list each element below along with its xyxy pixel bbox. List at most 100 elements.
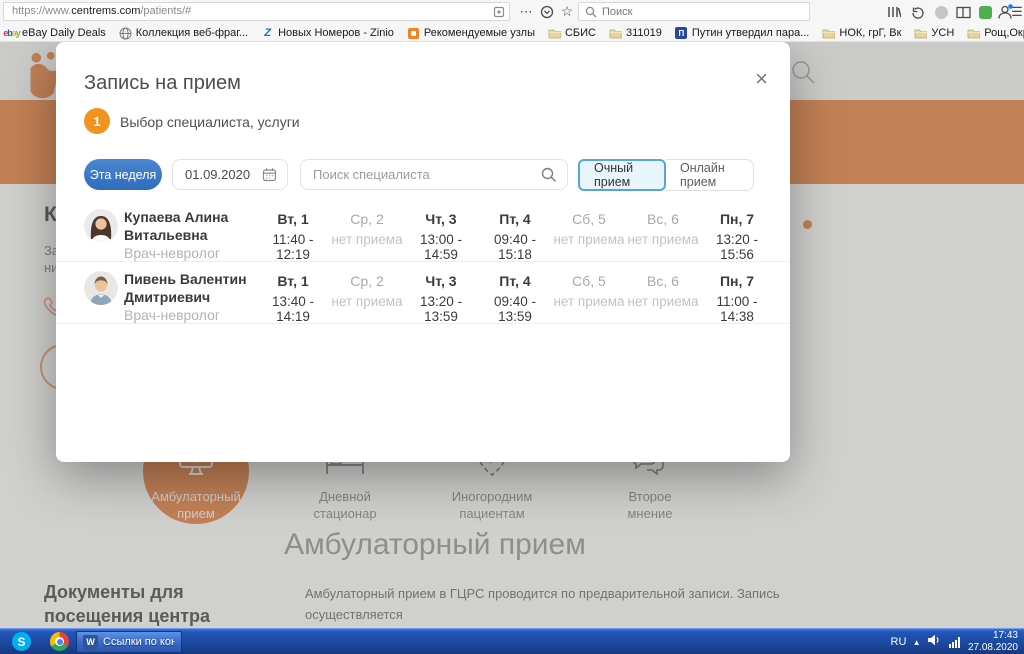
more-tools-icon[interactable]: ⋯ — [517, 2, 535, 21]
schedule-day: Пн, 7 — [719, 273, 755, 289]
schedule-cell[interactable]: Вт, 1 13:40 - 14:19 — [256, 262, 330, 324]
schedule-cell[interactable]: Чт, 3 13:20 - 13:59 — [404, 262, 478, 324]
browser-toolbar: https://www.centrems.com/patients/# ⋯ ☆ … — [0, 0, 1024, 42]
doctor-specialty: Врач-невролог — [124, 245, 220, 261]
bookmark-item[interactable]: Рекомендуемые узлы — [407, 27, 535, 40]
appointment-modal: Запись на прием × 1 Выбор специалиста, у… — [56, 42, 790, 462]
bookmark-item[interactable]: Z Новых Номеров - Zinio — [261, 27, 394, 40]
schedule-time: 11:00 - 14:38 — [716, 294, 758, 324]
schedule-cell: Вс, 6 нет приема — [626, 200, 700, 262]
volume-icon[interactable] — [927, 633, 941, 651]
close-icon[interactable]: × — [755, 68, 768, 90]
specialist-search[interactable] — [300, 159, 568, 190]
toggle-online[interactable]: Онлайн прием — [666, 159, 754, 191]
url-bar[interactable]: https://www.centrems.com/patients/# — [3, 2, 510, 21]
modal-controls: Эта неделя 01.09.2020 Очный прием Онлайн… — [56, 159, 790, 191]
schedule-time: нет приема — [627, 232, 699, 247]
toggle-in-person[interactable]: Очный прием — [578, 159, 666, 191]
library-icon[interactable] — [884, 3, 902, 21]
schedule-time: нет приема — [331, 294, 403, 309]
folder-icon — [822, 29, 836, 39]
word-icon: W — [83, 634, 98, 650]
bookmark-label: Новых Номеров - Zinio — [278, 27, 394, 39]
schedule-cell[interactable]: Пн, 7 11:00 - 14:38 — [700, 262, 774, 324]
schedule-cell[interactable]: Чт, 3 13:00 - 14:59 — [404, 200, 478, 262]
pocket-icon[interactable] — [538, 3, 556, 21]
schedule-time: 11:40 - 12:19 — [272, 232, 314, 262]
tray-date: 27.08.2020 — [967, 642, 1018, 653]
doctor-schedule: Вт, 1 13:40 - 14:19 Ср, 2 нет приема Чт, 3 13… — [256, 262, 774, 324]
schedule-day: Вт, 1 — [277, 273, 309, 289]
doctor-avatar — [84, 209, 118, 243]
bookmark-label: СБИС — [564, 27, 596, 39]
step-label: Выбор специалиста, услуги — [120, 114, 300, 130]
bookmark-item[interactable]: П Путин утвердил пара... — [675, 27, 809, 40]
bookmark-item[interactable]: УСН — [914, 27, 954, 40]
schedule-day: Вс, 6 — [647, 273, 679, 289]
bookmark-item[interactable]: СБИС — [548, 27, 596, 40]
bookmark-label: eBay Daily Deals — [22, 27, 106, 39]
doctor-row[interactable]: Пивень Валентин Дмитриевич Врач-невролог… — [56, 262, 790, 324]
doctor-avatar — [84, 271, 118, 305]
menu-hamburger-icon[interactable]: ☰ — [1008, 2, 1024, 21]
extension-disabled-icon[interactable] — [932, 3, 950, 21]
folder-icon — [609, 29, 622, 39]
bookmark-label: Путин утвердил пара... — [691, 27, 810, 39]
zinio-icon: Z — [264, 27, 271, 39]
specialist-search-input[interactable] — [313, 167, 541, 182]
date-value: 01.09.2020 — [185, 167, 251, 182]
task-label: Ссылки по конф... — [103, 636, 175, 648]
extension-green-icon[interactable] — [976, 3, 994, 21]
chrome-icon[interactable] — [50, 632, 69, 651]
bookmark-item[interactable]: 311019 — [609, 27, 662, 40]
bookmark-item[interactable]: Рощ,Окревус и др — [967, 27, 1024, 40]
word-task-button[interactable]: W Ссылки по конф... — [76, 631, 182, 653]
skype-icon[interactable]: S — [12, 632, 31, 651]
globe-icon — [119, 27, 132, 39]
windows-taskbar: S W Ссылки по конф... RU ▴ 17:43 27.08.2… — [0, 628, 1024, 654]
bookmark-star-icon[interactable]: ☆ — [558, 2, 576, 21]
schedule-day: Чт, 3 — [425, 211, 457, 227]
screen: https://www.centrems.com/patients/# ⋯ ☆ … — [0, 0, 1024, 654]
schedule-cell[interactable]: Пн, 7 13:20 - 15:56 — [700, 200, 774, 262]
bookmark-label: Рощ,Окревус и др — [984, 27, 1024, 39]
bookmark-label: НОК, грГ, Вк — [839, 27, 902, 39]
orange-bookmark-icon — [407, 27, 419, 39]
schedule-day: Сб, 5 — [572, 211, 606, 227]
doctor-name: Купаева Алина Витальевна — [124, 209, 229, 243]
schedule-day: Чт, 3 — [425, 273, 457, 289]
this-week-button[interactable]: Эта неделя — [84, 159, 162, 190]
date-picker[interactable]: 01.09.2020 — [172, 159, 288, 190]
page-action-icon[interactable] — [493, 6, 505, 20]
schedule-day: Вс, 6 — [647, 211, 679, 227]
schedule-cell[interactable]: Пт, 4 09:40 - 15:18 — [478, 200, 552, 262]
url-path: /patients/# — [140, 5, 192, 17]
tray-expand-icon[interactable]: ▴ — [914, 637, 919, 648]
language-indicator[interactable]: RU — [891, 636, 907, 648]
bookmark-item[interactable]: ebay eBay Daily Deals — [3, 27, 106, 40]
schedule-day: Пн, 7 — [719, 211, 755, 227]
doctor-list: Купаева Алина Витальевна Врач-невролог В… — [56, 200, 790, 324]
schedule-time: 13:00 - 14:59 — [419, 232, 463, 262]
schedule-cell[interactable]: Пт, 4 09:40 - 13:59 — [478, 262, 552, 324]
doctor-schedule: Вт, 1 11:40 - 12:19 Ср, 2 нет приема Чт, 3 13… — [256, 200, 774, 262]
clock[interactable]: 17:43 27.08.2020 — [968, 630, 1018, 654]
browser-search-input[interactable] — [602, 5, 803, 18]
folder-icon — [967, 29, 981, 39]
blue-bookmark-icon: П — [675, 27, 688, 39]
schedule-time: нет приема — [331, 232, 403, 247]
sidebar-icon[interactable] — [954, 3, 972, 21]
schedule-cell: Ср, 2 нет приема — [330, 200, 404, 262]
schedule-cell[interactable]: Вт, 1 11:40 - 12:19 — [256, 200, 330, 262]
bookmark-item[interactable]: Коллекция веб-фраг... — [119, 27, 248, 40]
history-icon[interactable] — [908, 3, 926, 21]
doctor-row[interactable]: Купаева Алина Витальевна Врач-невролог В… — [56, 200, 790, 262]
schedule-cell: Вс, 6 нет приема — [626, 262, 700, 324]
browser-search-bar[interactable] — [578, 2, 810, 21]
schedule-time: 13:20 - 13:59 — [419, 294, 463, 324]
network-icon[interactable] — [948, 636, 960, 648]
schedule-cell: Сб, 5 нет приема — [552, 200, 626, 262]
bookmark-item[interactable]: НОК, грГ, Вк — [822, 27, 901, 40]
step-badge: 1 — [84, 108, 110, 134]
doctor-name: Пивень Валентин Дмитриевич — [124, 271, 247, 305]
